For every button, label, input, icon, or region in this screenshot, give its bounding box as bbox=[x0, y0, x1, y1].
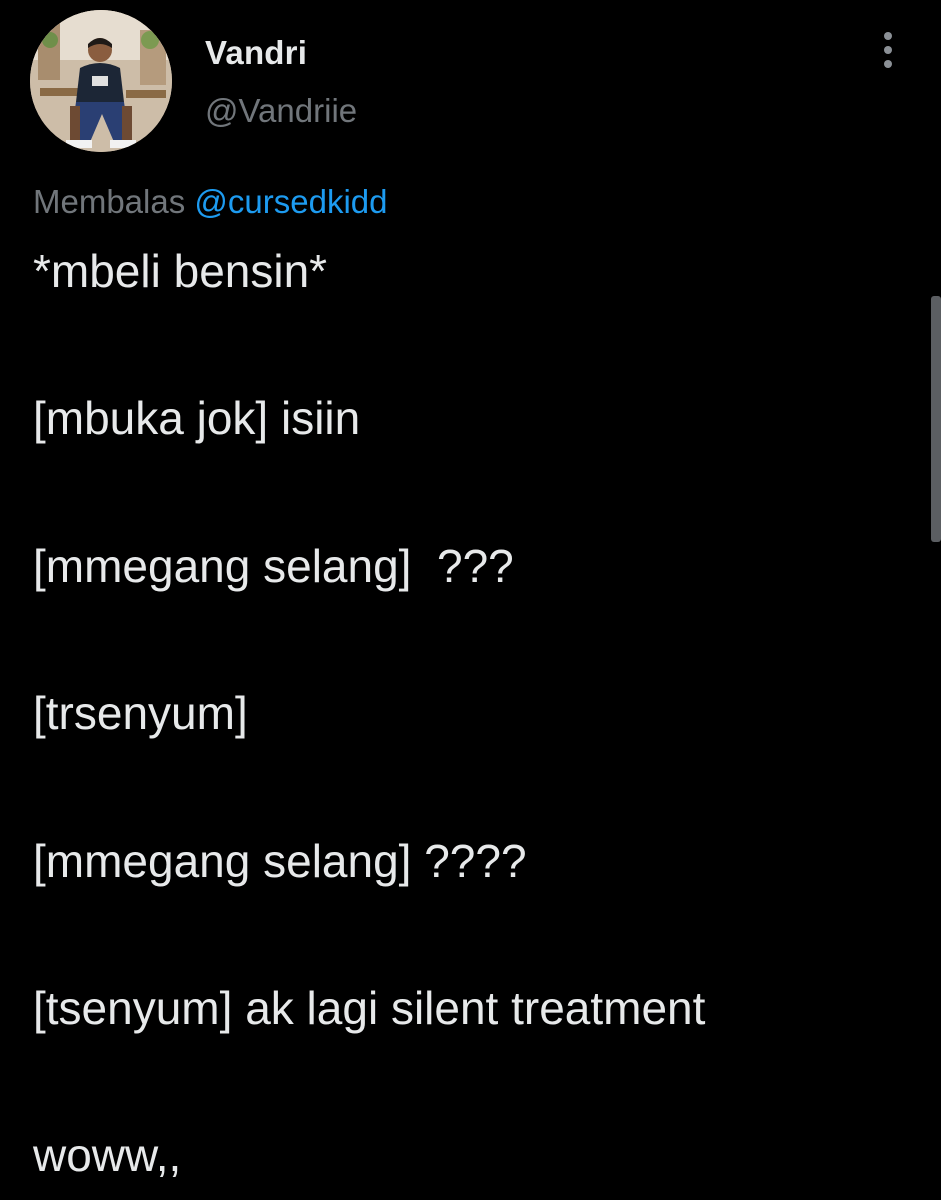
reply-mention-link[interactable]: @cursedkidd bbox=[194, 183, 387, 220]
reply-prefix: Membalas bbox=[33, 183, 186, 220]
tweet: Vandri @Vandriie Membalas @cursedkidd *m… bbox=[0, 0, 941, 1200]
profile-photo-icon bbox=[30, 10, 172, 152]
display-name[interactable]: Vandri bbox=[205, 34, 307, 72]
tweet-text-line: [tsenyum] ak lagi silent treatment bbox=[33, 982, 706, 1034]
tweet-text-line: [mmegang selang] ???? bbox=[33, 835, 527, 887]
tweet-text-line: [mbuka jok] isiin bbox=[33, 392, 361, 444]
avatar[interactable] bbox=[30, 10, 172, 152]
user-handle[interactable]: @Vandriie bbox=[205, 92, 357, 130]
reply-context: Membalas @cursedkidd bbox=[33, 183, 388, 221]
tweet-text-line: *mbeli bensin* bbox=[33, 245, 328, 297]
tweet-text-line: [mmegang selang] ??? bbox=[33, 540, 514, 592]
tweet-text-line: [trsenyum] bbox=[33, 687, 248, 739]
scrollbar[interactable] bbox=[931, 296, 941, 542]
more-options-icon[interactable] bbox=[872, 32, 904, 72]
tweet-text-line: woww,, bbox=[33, 1129, 182, 1181]
